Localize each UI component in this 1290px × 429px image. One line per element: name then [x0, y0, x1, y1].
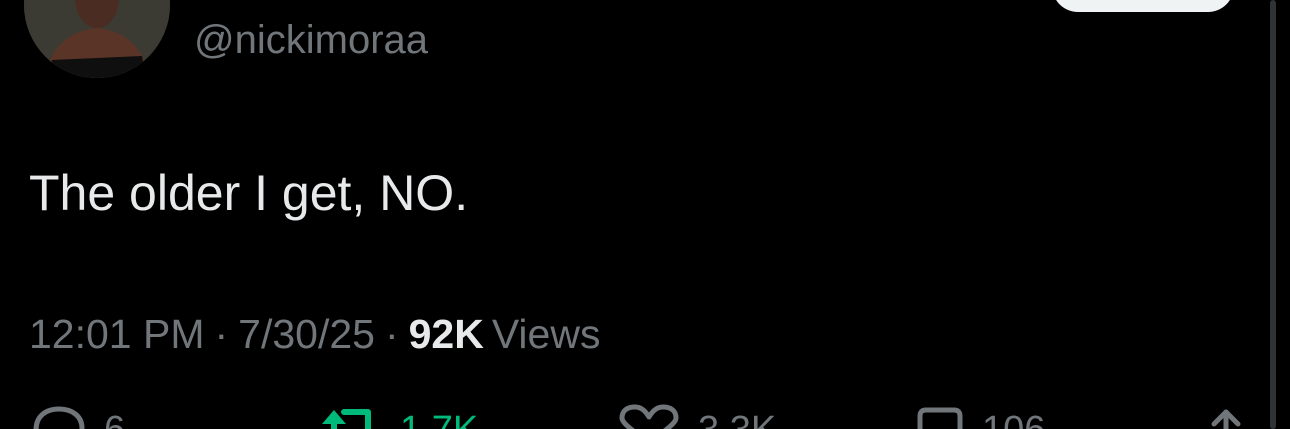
- meta-separator: ·: [384, 311, 399, 357]
- reply-button[interactable]: 6: [30, 404, 125, 429]
- action-bar: 6 1.7K 3.3K 106: [0, 404, 1290, 429]
- tweet-meta: 12:01 PM · 7/30/25 · 92K Views: [29, 309, 600, 359]
- reply-icon: [33, 406, 85, 429]
- avatar[interactable]: [24, 0, 170, 78]
- meta-separator: ·: [214, 311, 229, 357]
- share-button[interactable]: [1206, 404, 1246, 429]
- bookmark-icon: [917, 407, 963, 429]
- tweet-text: The older I get, NO.: [29, 165, 469, 221]
- tweet-time[interactable]: 12:01 PM: [29, 311, 205, 357]
- retweet-icon: [322, 409, 371, 429]
- views-label[interactable]: Views: [484, 311, 601, 357]
- reply-count: 6: [104, 410, 125, 429]
- bookmark-count: 106: [982, 410, 1045, 429]
- follow-button[interactable]: [1052, 0, 1234, 12]
- scrollbar[interactable]: [1270, 0, 1276, 429]
- author-handle[interactable]: @nickimoraa: [194, 16, 428, 64]
- views-count[interactable]: 92K: [409, 311, 484, 357]
- like-button[interactable]: 3.3K: [616, 404, 776, 429]
- retweet-count: 1.7K: [400, 410, 478, 429]
- tweet-date[interactable]: 7/30/25: [238, 311, 375, 357]
- retweet-button[interactable]: 1.7K: [318, 404, 478, 429]
- share-icon: [1211, 409, 1241, 429]
- like-count: 3.3K: [698, 410, 776, 429]
- profile-photo-icon: [24, 0, 170, 78]
- heart-icon: [619, 404, 679, 429]
- bookmark-button[interactable]: 106: [914, 404, 1045, 429]
